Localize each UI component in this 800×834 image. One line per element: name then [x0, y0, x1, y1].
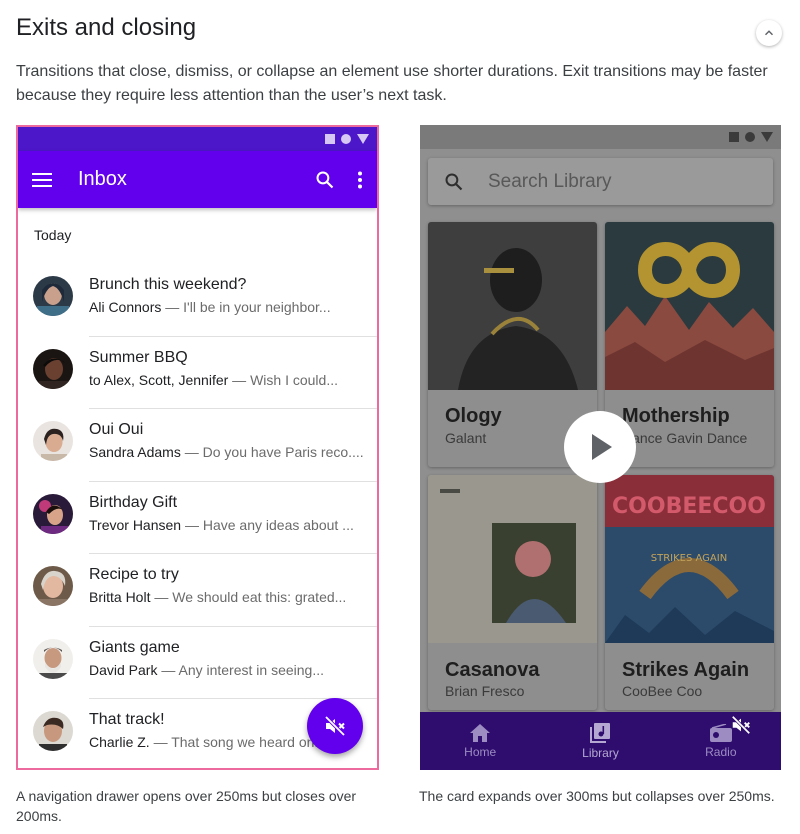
- email-subject: Brunch this weekend?: [89, 276, 247, 293]
- search-icon[interactable]: [315, 170, 335, 190]
- album-title: Strikes Again: [622, 659, 750, 681]
- email-sender: Ali Connors: [89, 299, 162, 315]
- search-placeholder: Search Library: [488, 170, 612, 192]
- list-item[interactable]: Brunch this weekend? Ali Connors — I'll …: [18, 264, 377, 337]
- album-title: Mothership: [622, 405, 730, 427]
- radio-icon: [709, 723, 732, 742]
- app-title: Inbox: [78, 168, 127, 190]
- album-art-subtext: STRIKES AGAIN: [651, 553, 727, 564]
- volume-off-icon[interactable]: [730, 714, 752, 736]
- album-artist: CooBee Coo: [622, 683, 703, 699]
- nav-label: Home: [464, 744, 497, 759]
- status-circle-icon: [341, 134, 351, 144]
- mute-fab[interactable]: [307, 698, 363, 754]
- email-subject: Summer BBQ: [89, 348, 188, 366]
- list-item[interactable]: Giants game David Park — Any interest in…: [18, 627, 377, 699]
- section-title: Exits and closing: [16, 14, 197, 41]
- album-card[interactable]: Casanova Brian Fresco: [428, 475, 597, 710]
- status-square-icon: [325, 134, 335, 144]
- avatar: [33, 421, 73, 461]
- email-snippet: — Wish I could...: [228, 371, 338, 388]
- status-bar: [420, 125, 781, 149]
- nav-label: Library: [582, 745, 619, 760]
- email-snippet: — That song we heard on...: [149, 734, 327, 750]
- list-item[interactable]: Oui Oui Sandra Adams — Do you have Paris…: [18, 409, 377, 482]
- email-subject: Birthday Gift: [89, 493, 178, 511]
- avatar: [33, 638, 73, 679]
- email-snippet: — Do you have Paris reco....: [180, 444, 364, 460]
- bottom-navigation: Home Library Radio: [420, 712, 781, 770]
- email-sender: David Park: [89, 661, 158, 678]
- status-triangle-icon: [357, 134, 369, 144]
- email-sender: to Alex, Scott, Jennifer: [89, 371, 229, 388]
- album-art: [428, 222, 597, 390]
- app-bar: Inbox: [18, 151, 377, 208]
- inbox-demo-caption: A navigation drawer opens over 250ms but…: [16, 788, 357, 824]
- list-item[interactable]: Summer BBQ to Alex, Scott, Jennifer — Wi…: [18, 337, 377, 409]
- email-sender: Sandra Adams: [89, 444, 181, 460]
- nav-item-radio[interactable]: Radio: [661, 712, 781, 770]
- album-art: [428, 475, 597, 643]
- album-artist: Brian Fresco: [445, 683, 525, 699]
- menu-icon[interactable]: [32, 172, 52, 188]
- email-subject: Oui Oui: [89, 421, 144, 438]
- email-sender: Charlie Z.: [89, 734, 150, 750]
- email-sender: Britta Holt: [89, 589, 151, 605]
- list-item[interactable]: Birthday Gift Trevor Hansen — Have any i…: [18, 482, 377, 554]
- email-snippet: — We should eat this: grated...: [150, 589, 347, 605]
- avatar: [33, 566, 73, 606]
- list-header: Today: [34, 227, 72, 243]
- avatar: [33, 493, 73, 534]
- album-card[interactable]: COOBEECOO STRIKES AGAIN Strikes Again Co…: [605, 475, 774, 710]
- album-art: [605, 222, 774, 390]
- email-snippet: — I'll be in your neighbor...: [161, 299, 331, 315]
- email-subject: Giants game: [89, 638, 180, 656]
- album-art-text: COOBEECOO: [612, 494, 766, 519]
- status-square-icon: [729, 132, 739, 142]
- search-icon: [444, 172, 464, 192]
- nav-item-home[interactable]: Home: [420, 712, 540, 770]
- play-button[interactable]: [564, 411, 636, 483]
- search-library-field[interactable]: Search Library: [428, 158, 773, 205]
- status-bar: [18, 127, 377, 151]
- more-vert-icon[interactable]: [357, 171, 363, 189]
- nav-item-library[interactable]: Library: [540, 712, 660, 770]
- chevron-up-icon: [764, 30, 774, 36]
- nav-label: Radio: [705, 744, 737, 759]
- avatar: [33, 711, 73, 751]
- music-demo-caption: The card expands over 300ms but collapse…: [419, 788, 775, 804]
- status-triangle-icon: [761, 132, 773, 142]
- album-title: Ology: [445, 405, 502, 427]
- avatar: [33, 348, 73, 389]
- email-subject: Recipe to try: [89, 566, 179, 583]
- album-artist: Dance Gavin Dance: [622, 430, 748, 446]
- inbox-demo-frame: Inbox Today Brunch this weekend? Ali Con…: [16, 125, 379, 770]
- album-art: COOBEECOO STRIKES AGAIN: [605, 475, 774, 643]
- section-intro: Transitions that close, dismiss, or coll…: [16, 63, 768, 104]
- status-circle-icon: [745, 132, 755, 142]
- music-demo-frame: Search Library Ology Galant Mothership D…: [420, 125, 781, 770]
- email-subject: That track!: [89, 711, 165, 728]
- list-item[interactable]: Recipe to try Britta Holt — We should ea…: [18, 554, 377, 627]
- email-snippet: — Have any ideas about ...: [181, 516, 354, 533]
- home-icon: [470, 723, 491, 742]
- album-artist: Galant: [445, 430, 487, 446]
- play-icon: [592, 434, 612, 460]
- volume-off-icon: [324, 715, 346, 737]
- email-snippet: — Any interest in seeing...: [157, 661, 324, 678]
- collapse-section-button[interactable]: [756, 20, 782, 46]
- album-title: Casanova: [445, 659, 540, 681]
- avatar: [33, 276, 73, 316]
- email-sender: Trevor Hansen: [89, 516, 182, 533]
- library-music-icon: [590, 722, 611, 743]
